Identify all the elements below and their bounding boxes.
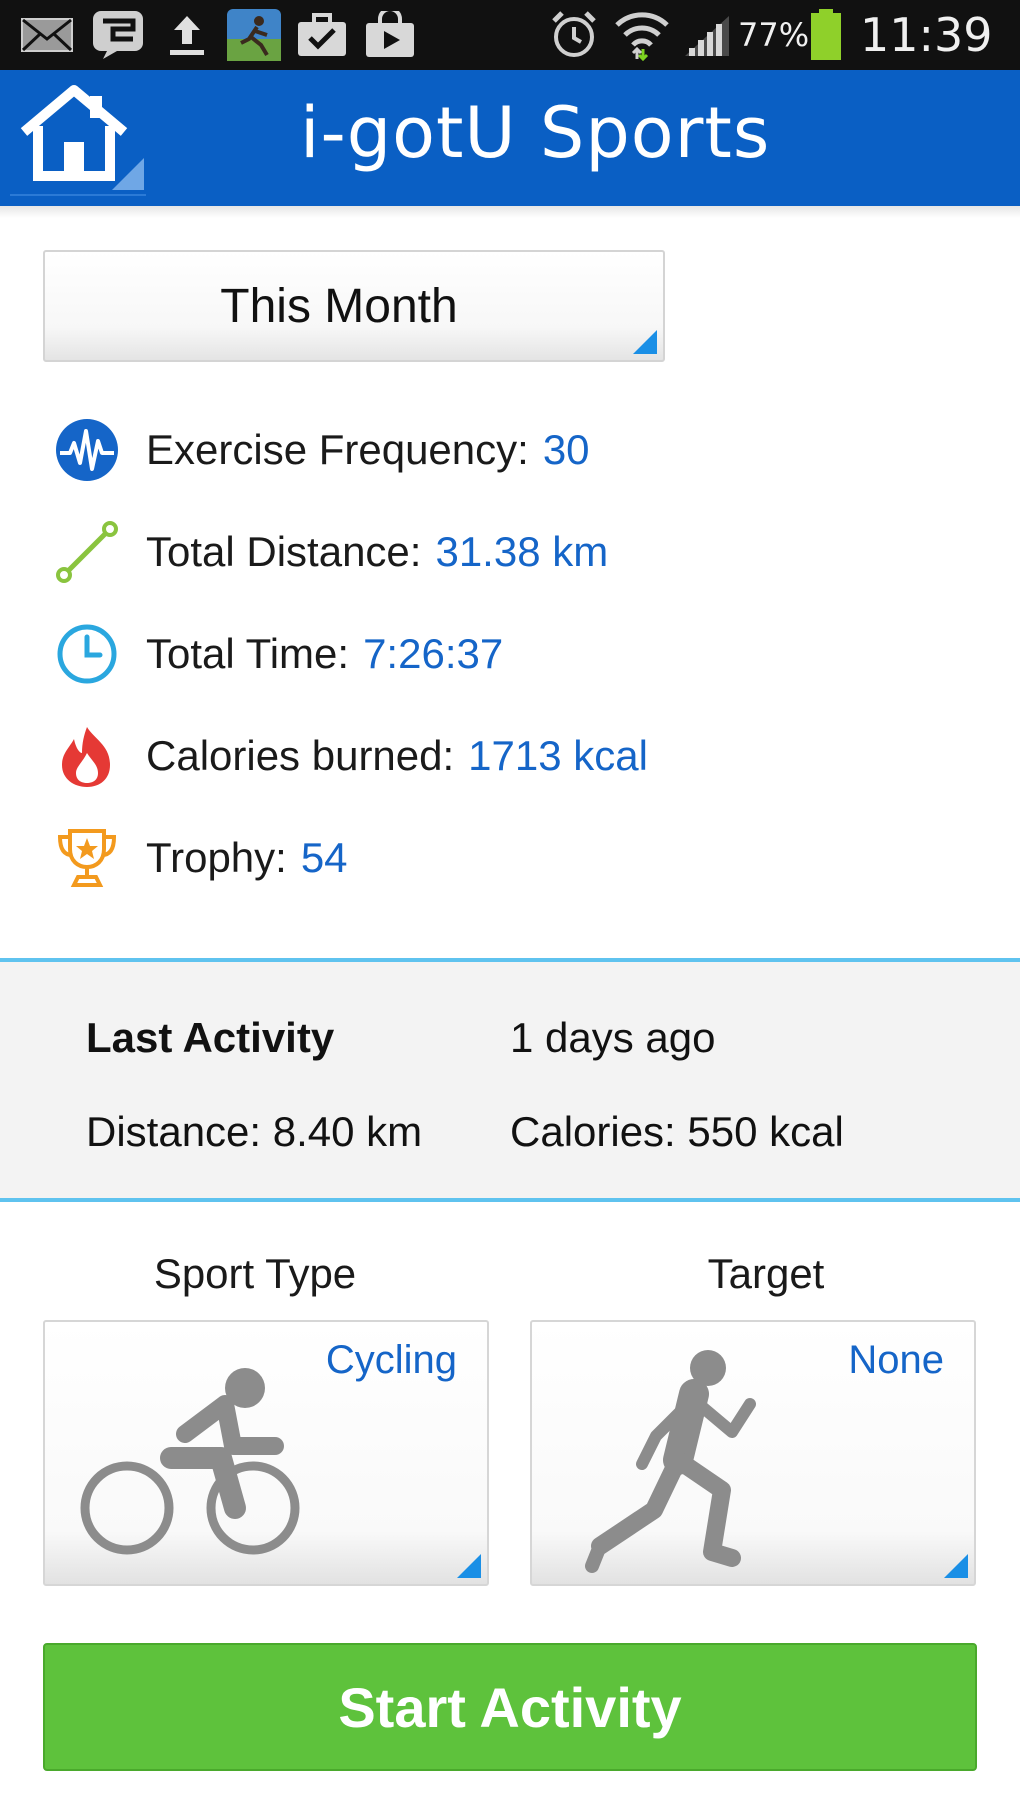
stat-value: 1713 kcal — [468, 732, 648, 779]
stat-value: 31.38 km — [435, 528, 609, 575]
home-button[interactable] — [10, 70, 146, 196]
signal-icon — [682, 12, 732, 58]
distance-icon — [56, 521, 118, 583]
runner-icon — [585, 1350, 756, 1573]
battery-icon — [808, 9, 844, 60]
stat-trophy: Trophy: 54 — [0, 818, 1020, 898]
mail-icon — [18, 12, 76, 58]
sport-type-value: Cycling — [325, 1338, 457, 1382]
period-dropdown[interactable]: This Month — [43, 250, 665, 362]
app-title: i-gotU Sports — [300, 92, 771, 174]
last-activity-calories: Calories: 550 kcal — [510, 1108, 844, 1155]
dropdown-corner-icon — [457, 1554, 481, 1578]
briefcase-check-icon — [294, 12, 350, 58]
cyclist-icon — [80, 1368, 300, 1555]
target-selector[interactable]: None — [530, 1320, 976, 1586]
stat-value: 7:26:37 — [363, 630, 504, 677]
app-bar: i-gotU Sports — [0, 70, 1020, 206]
last-activity-distance: Distance: 8.40 km — [86, 1108, 423, 1155]
chat-icon — [88, 11, 150, 59]
stat-total-time: Total Time: 7:26:37 — [0, 614, 1020, 694]
target-caption: Target — [707, 1250, 825, 1297]
period-selected-label: This Month — [220, 279, 458, 333]
stat-label: Total Distance: — [146, 528, 422, 575]
stat-value: 54 — [300, 834, 348, 881]
app-bar-shadow — [0, 206, 1020, 218]
stat-exercise-frequency: Exercise Frequency: 30 — [0, 410, 1020, 490]
last-activity-panel[interactable]: Last Activity 1 days ago Distance: 8.40 … — [0, 958, 1020, 1202]
last-activity-heading: Last Activity — [86, 1014, 335, 1061]
stat-label: Trophy: — [146, 834, 287, 881]
heartbeat-icon — [56, 419, 118, 481]
stat-label: Exercise Frequency: — [146, 426, 529, 473]
alarm-icon — [546, 11, 602, 58]
stat-label: Calories burned: — [146, 732, 455, 779]
flame-icon — [62, 727, 110, 787]
clock-icon — [57, 624, 117, 684]
dropdown-corner-icon — [944, 1554, 968, 1578]
clock-time: 11:39 — [860, 8, 993, 62]
app-thumbnail-icon — [226, 9, 282, 61]
target-value: None — [848, 1338, 944, 1382]
shopping-bag-icon — [362, 11, 418, 58]
status-bar: 77% 11:39 — [0, 0, 1020, 70]
trophy-icon — [57, 829, 117, 887]
stat-label: Total Time: — [146, 630, 350, 677]
wifi-icon — [612, 12, 672, 61]
stat-calories-burned: Calories burned: 1713 kcal — [0, 716, 1020, 796]
sport-type-selector[interactable]: Cycling — [43, 1320, 489, 1586]
sport-type-caption: Sport Type — [153, 1250, 357, 1297]
upload-icon — [162, 12, 212, 58]
start-activity-button[interactable]: Start Activity — [43, 1643, 977, 1771]
stat-total-distance: Total Distance: 31.38 km — [0, 512, 1020, 592]
stat-value: 30 — [542, 426, 590, 473]
home-menu-indicator — [112, 158, 144, 190]
dropdown-corner-icon — [633, 330, 657, 354]
last-activity-when: 1 days ago — [510, 1014, 716, 1061]
battery-percent: 77% — [738, 16, 810, 54]
